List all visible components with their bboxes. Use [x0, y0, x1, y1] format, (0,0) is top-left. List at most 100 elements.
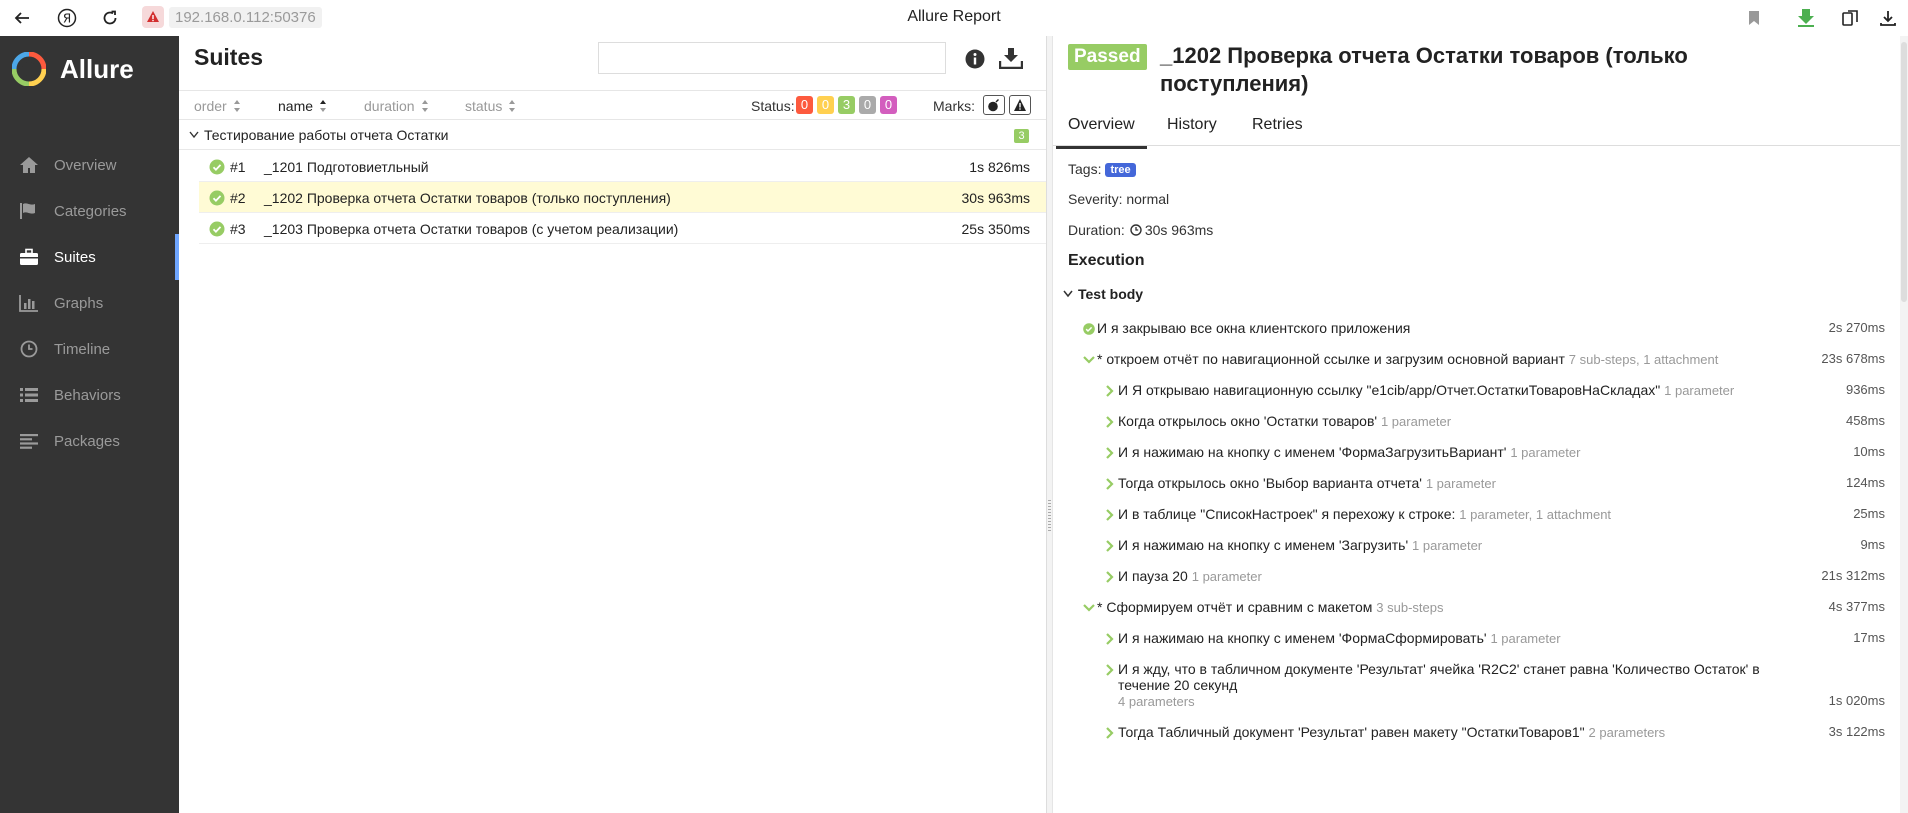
test-number: #2: [230, 190, 246, 206]
step-text: И я нажимаю на кнопку с именем 'ФормаЗаг…: [1118, 444, 1581, 460]
clock-icon: [1130, 224, 1142, 236]
step-duration: 9ms: [1860, 537, 1885, 552]
step-duration: 4s 377ms: [1828, 599, 1885, 614]
step-text: И я нажимаю на кнопку с именем 'ФормаСфо…: [1118, 630, 1561, 646]
sidebar-item-graphs[interactable]: Graphs: [0, 280, 179, 326]
sort-status-label: status: [465, 98, 503, 114]
suites-title: Suites: [194, 44, 264, 70]
chevron-right-icon: [1106, 509, 1114, 521]
warning-icon[interactable]: [142, 6, 164, 28]
result-tabs: Overview History Retries: [1053, 108, 1903, 149]
test-body-label: Test body: [1078, 286, 1144, 302]
address-text: 192.168.0.112:50376: [169, 6, 322, 28]
sort-name[interactable]: name: [278, 98, 327, 114]
sidebar-item-overview[interactable]: Overview: [0, 142, 179, 188]
sidebar-item-label: Packages: [54, 432, 120, 450]
sidebar-item-behaviors[interactable]: Behaviors: [0, 372, 179, 418]
sidebar-item-timeline[interactable]: Timeline: [0, 326, 179, 372]
suite-group-title: Тестирование работы отчета Остатки: [204, 127, 449, 143]
sidebar-item-packages[interactable]: Packages: [0, 418, 179, 464]
step-text: * Сформируем отчёт и сравним с макетом 3…: [1097, 599, 1444, 615]
tag-badge[interactable]: tree: [1105, 163, 1136, 177]
step-text: Тогда Табличный документ 'Результат' рав…: [1118, 724, 1666, 740]
test-row[interactable]: #1 _1201 Подготовиетльный 1s 826ms: [199, 151, 1046, 182]
status-broken-badge[interactable]: 0: [817, 96, 834, 114]
step-duration: 17ms: [1853, 630, 1885, 645]
address-bar[interactable]: 192.168.0.112:50376: [142, 6, 322, 28]
suite-count-badge: 3: [1014, 129, 1029, 143]
step-duration: 25ms: [1853, 506, 1885, 521]
sort-icon: [509, 100, 516, 112]
sort-icon: [233, 100, 240, 112]
reload-icon[interactable]: [96, 4, 124, 32]
step-duration: 2s 270ms: [1828, 320, 1885, 335]
yandex-icon[interactable]: Я: [53, 4, 81, 32]
step-text: И Я открываю навигационную ссылку "e1cib…: [1118, 382, 1735, 398]
result-scrollbar[interactable]: [1900, 36, 1908, 813]
sort-bar: order name duration status Status: 0 0 3…: [179, 90, 1046, 120]
flag-icon: [16, 200, 42, 222]
sidebar-item-label: Overview: [54, 156, 117, 174]
list-icon: [16, 384, 42, 406]
test-body-toggle[interactable]: Test body: [1063, 286, 1143, 302]
passed-check-icon: [1083, 323, 1095, 335]
chevron-right-icon: [1106, 540, 1114, 552]
suite-group-row[interactable]: Тестирование работы отчета Остатки 3: [179, 120, 1046, 150]
allure-logo[interactable]: Allure: [12, 52, 134, 86]
sidebar-item-label: Categories: [54, 202, 127, 220]
status-filter: 0 0 3 0 0: [796, 96, 901, 114]
pane-splitter[interactable]: [1046, 36, 1053, 813]
download-icon[interactable]: [1792, 4, 1820, 32]
step-text: Когда открылось окно 'Остатки товаров' 1…: [1118, 413, 1452, 429]
chevron-down-icon: [1083, 604, 1095, 612]
scrollbar-thumb[interactable]: [1901, 42, 1907, 302]
sidebar-item-suites[interactable]: Suites: [0, 234, 179, 280]
sort-duration-label: duration: [364, 98, 415, 114]
test-row[interactable]: #3 _1203 Проверка отчета Остатки товаров…: [199, 213, 1046, 244]
duration-row: Duration: 30s 963ms: [1068, 222, 1213, 238]
status-skipped-badge[interactable]: 0: [859, 96, 876, 114]
svg-text:Я: Я: [63, 12, 71, 26]
status-unknown-badge[interactable]: 0: [880, 96, 897, 114]
sort-order-label: order: [194, 98, 227, 114]
tags-row: Tags: tree: [1068, 161, 1136, 177]
execution-title: Execution: [1068, 252, 1145, 269]
sort-status[interactable]: status: [465, 98, 516, 114]
tab-overview[interactable]: Overview: [1056, 116, 1147, 149]
sidebar-item-label: Suites: [54, 248, 96, 266]
test-duration: 30s 963ms: [961, 190, 1030, 206]
downloads-icon[interactable]: [1874, 4, 1902, 32]
step-text: И я жду, что в табличном документе 'Резу…: [1118, 661, 1760, 709]
tab-retries[interactable]: Retries: [1252, 116, 1303, 134]
sort-duration[interactable]: duration: [364, 98, 429, 114]
sidebar-item-label: Graphs: [54, 294, 104, 312]
extensions-icon[interactable]: [1836, 4, 1864, 32]
browser-toolbar: Я 192.168.0.112:50376 Allure Report: [0, 0, 1908, 36]
chevron-right-icon: [1106, 664, 1114, 676]
test-result-pane: Passed _1202 Проверка отчета Остатки тов…: [1053, 36, 1908, 813]
back-icon[interactable]: [8, 4, 36, 32]
warning-mark-toggle[interactable]: [1009, 95, 1031, 115]
test-row-selected[interactable]: #2 _1202 Проверка отчета Остатки товаров…: [199, 182, 1046, 213]
sidebar-item-label: Timeline: [54, 340, 111, 358]
search-input[interactable]: [598, 42, 946, 74]
chevron-down-icon: [1083, 356, 1095, 364]
logo-text: Allure: [60, 53, 134, 84]
step-text: Тогда открылось окно 'Выбор варианта отч…: [1118, 475, 1496, 491]
status-failed-badge[interactable]: 0: [796, 96, 813, 114]
status-passed-badge[interactable]: 3: [838, 96, 855, 114]
bar-chart-icon: [16, 292, 42, 314]
sort-order[interactable]: order: [194, 98, 241, 114]
step-duration: 10ms: [1853, 444, 1885, 459]
splitter-grip[interactable]: [1048, 500, 1051, 532]
step-duration: 1s 020ms: [1828, 693, 1885, 708]
tab-history[interactable]: History: [1167, 116, 1217, 134]
flaky-mark-toggle[interactable]: [983, 95, 1005, 115]
download-report-icon[interactable]: [998, 47, 1024, 74]
chevron-down-icon: [1063, 290, 1073, 298]
passed-check-icon: [209, 190, 225, 206]
info-icon[interactable]: [965, 49, 985, 74]
test-duration: 25s 350ms: [961, 221, 1030, 237]
sidebar-item-categories[interactable]: Categories: [0, 188, 179, 234]
bookmark-icon[interactable]: [1740, 4, 1768, 32]
